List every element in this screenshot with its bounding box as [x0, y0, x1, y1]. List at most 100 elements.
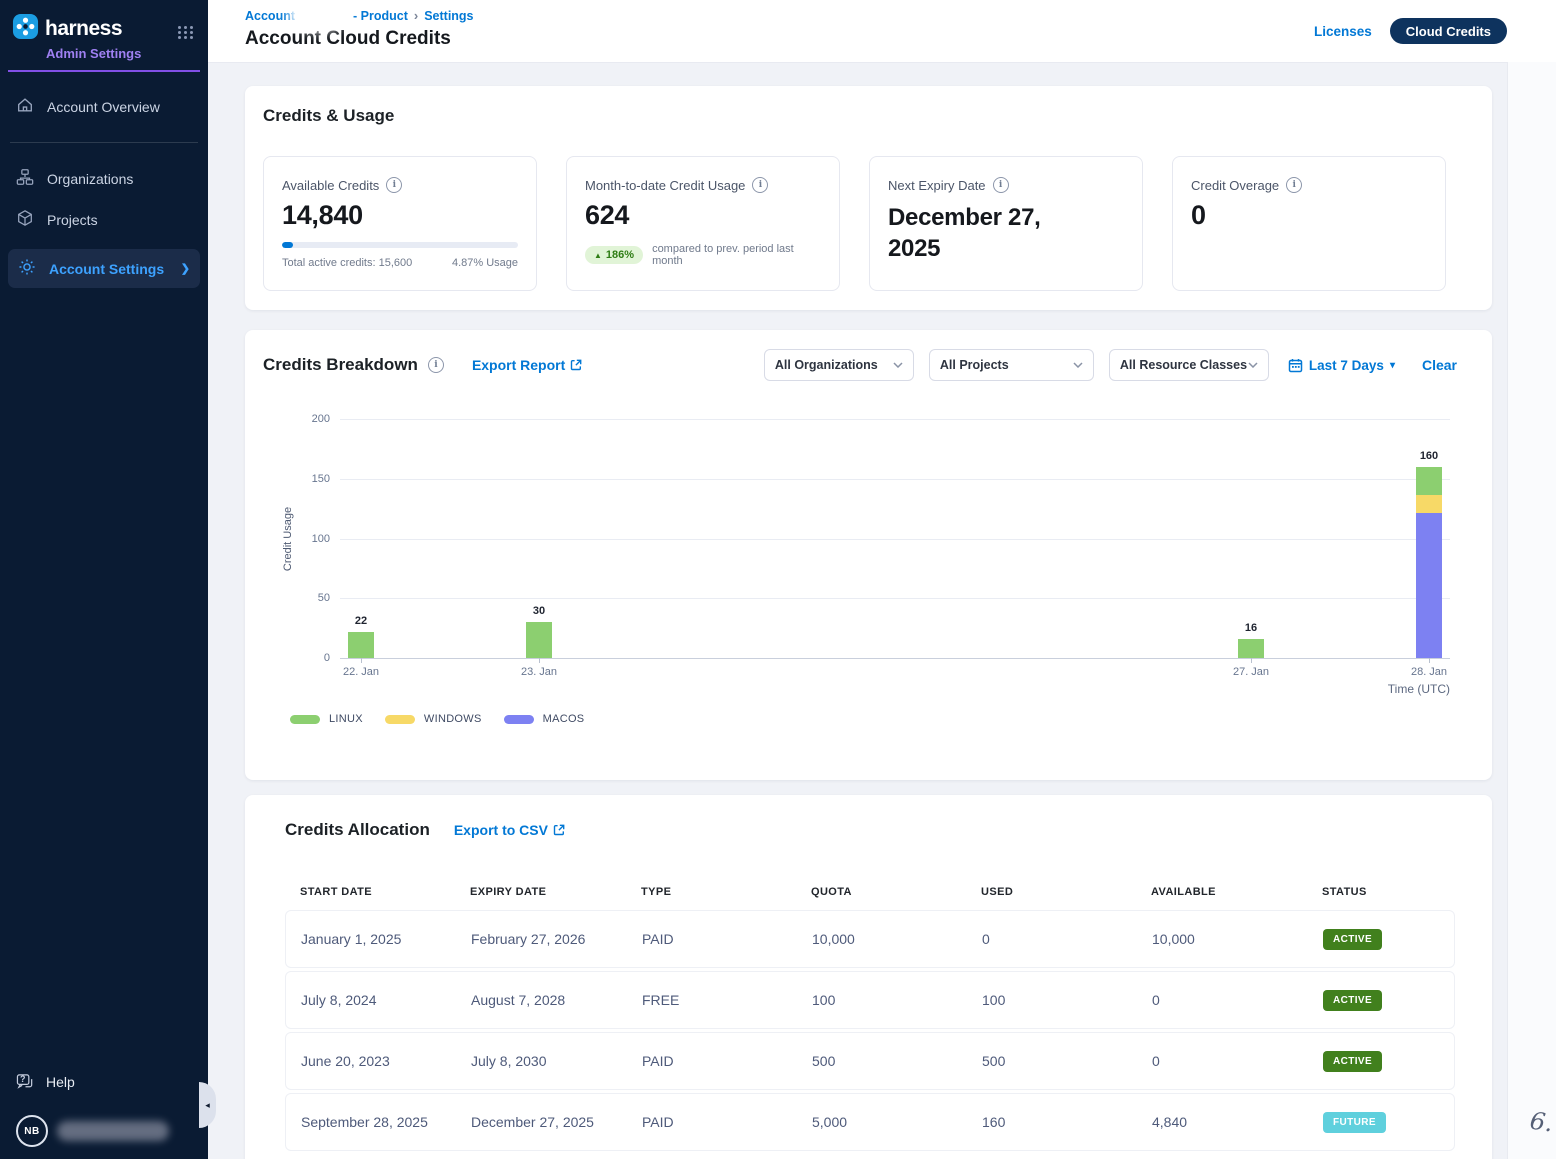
help-button[interactable]: ? Help — [16, 1073, 192, 1091]
cell-available: 10,000 — [1137, 931, 1308, 947]
legend-item-windows[interactable]: WINDOWS — [385, 713, 482, 725]
status-badge: ACTIVE — [1323, 990, 1382, 1011]
usage-percentage: 4.87% Usage — [452, 257, 518, 269]
harness-logo-icon[interactable] — [12, 13, 39, 45]
sidebar-item-account-settings[interactable]: Account Settings ❯ — [8, 249, 200, 288]
breakdown-header: Credits Breakdown i Export Report All Or… — [245, 330, 1492, 381]
scroll-gutter[interactable] — [1507, 62, 1556, 1159]
stat-label: Available Credits — [282, 178, 379, 193]
table-row: September 28, 2025December 27, 2025PAID5… — [285, 1093, 1455, 1151]
cell-quota: 5,000 — [797, 1114, 967, 1130]
stat-card-available-credits: Available Credits i 14,840 Total active … — [263, 156, 537, 291]
licenses-link[interactable]: Licenses — [1314, 24, 1372, 39]
sidebar-item-label: Projects — [47, 212, 98, 228]
resource-classes-filter-value: All Resource Classes — [1120, 358, 1247, 372]
x-tick-mark — [1251, 658, 1252, 663]
stat-card-credit-overage: Credit Overage i 0 — [1172, 156, 1446, 291]
legend-item-macos[interactable]: MACOS — [504, 713, 585, 725]
trend-percentage: 186% — [606, 249, 634, 261]
avatar[interactable]: NB — [16, 1115, 48, 1147]
cell-expiry: July 8, 2030 — [456, 1053, 627, 1069]
gridline — [340, 479, 1450, 480]
up-trend-icon: ▲ — [594, 251, 602, 260]
chevron-down-icon — [893, 362, 903, 368]
next-expiry-value: December 27, 2025 — [888, 202, 1073, 264]
gridline — [340, 539, 1450, 540]
chevron-down-icon — [1073, 362, 1083, 368]
info-icon[interactable]: i — [1286, 177, 1302, 193]
stat-label: Credit Overage — [1191, 178, 1279, 193]
info-icon[interactable]: i — [386, 177, 402, 193]
apps-grid-icon[interactable] — [178, 26, 194, 39]
app-root: harness Admin Settings Account Overview … — [0, 0, 1556, 1159]
cell-used: 160 — [967, 1114, 1137, 1130]
chevron-down-icon — [1248, 362, 1258, 368]
export-csv-link[interactable]: Export to CSV — [454, 822, 565, 838]
sidebar-item-account-overview[interactable]: Account Overview — [0, 86, 208, 127]
legend-swatch — [290, 715, 320, 724]
sidebar-item-organizations[interactable]: Organizations — [0, 158, 208, 199]
col-available: AVAILABLE — [1136, 886, 1307, 898]
x-tick-mark — [1429, 658, 1430, 663]
usage-progress-fill — [282, 242, 293, 248]
info-icon[interactable]: i — [752, 177, 768, 193]
table-row: January 1, 2025February 27, 2026PAID10,0… — [285, 910, 1455, 968]
cell-expiry: August 7, 2028 — [456, 992, 627, 1008]
projects-filter[interactable]: All Projects — [929, 349, 1094, 381]
col-used: USED — [966, 886, 1136, 898]
organizations-filter[interactable]: All Organizations — [764, 349, 914, 381]
cell-start: January 1, 2025 — [286, 931, 456, 947]
credit-overage-value: 0 — [1191, 200, 1427, 231]
y-tick-label: 50 — [296, 592, 330, 604]
stat-label: Month-to-date Credit Usage — [585, 178, 745, 193]
brand-underline — [8, 70, 200, 72]
col-start-date: START DATE — [285, 886, 455, 898]
info-icon[interactable]: i — [993, 177, 1009, 193]
cloud-credits-button[interactable]: Cloud Credits — [1390, 18, 1507, 44]
breadcrumb-separator-icon: › — [414, 8, 418, 23]
breadcrumb-product[interactable]: - Product — [353, 9, 408, 23]
sidebar-item-projects[interactable]: Projects — [0, 199, 208, 240]
export-report-link[interactable]: Export Report — [472, 357, 582, 373]
breadcrumb: Account - Product › Settings — [245, 8, 474, 23]
cell-type: PAID — [627, 1114, 797, 1130]
available-credits-value: 14,840 — [282, 200, 518, 231]
breakdown-filters: All Organizations All Projects All Resou… — [764, 349, 1457, 381]
cell-start: July 8, 2024 — [286, 992, 456, 1008]
col-status: STATUS — [1307, 886, 1455, 898]
cell-expiry: February 27, 2026 — [456, 931, 627, 947]
credits-allocation-card: Credits Allocation Export to CSV START D… — [245, 795, 1492, 1159]
col-type: TYPE — [626, 886, 796, 898]
allocation-table: START DATE EXPIRY DATE TYPE QUOTA USED A… — [285, 886, 1455, 1151]
info-icon[interactable]: i — [428, 357, 444, 373]
cell-status: ACTIVE — [1308, 1051, 1454, 1072]
credits-breakdown-card: Credits Breakdown i Export Report All Or… — [245, 330, 1492, 780]
legend-item-linux[interactable]: LINUX — [290, 713, 363, 725]
stray-annotation: 6. — [1528, 1107, 1555, 1138]
brand-name: harness — [45, 17, 122, 41]
bar-segment-linux — [348, 632, 374, 658]
legend-label: WINDOWS — [424, 713, 482, 725]
cell-available: 0 — [1137, 992, 1308, 1008]
caret-down-icon: ▾ — [1390, 360, 1395, 371]
x-tick-mark — [539, 658, 540, 663]
credits-breakdown-title: Credits Breakdown — [263, 355, 418, 375]
collapse-arrow-icon: ◂ — [205, 1100, 210, 1111]
breadcrumb-settings[interactable]: Settings — [424, 9, 473, 23]
date-range-filter[interactable]: Last 7 Days ▾ — [1288, 358, 1395, 373]
sidebar-nav: Account Overview Organizations Projects … — [0, 86, 208, 288]
bar-value-label: 160 — [1407, 450, 1451, 462]
export-csv-label: Export to CSV — [454, 822, 548, 838]
col-quota: QUOTA — [796, 886, 966, 898]
sidebar-item-label: Organizations — [47, 171, 133, 187]
credits-usage-card: Credits & Usage Available Credits i 14,8… — [245, 86, 1492, 310]
cell-quota: 10,000 — [797, 931, 967, 947]
cell-type: PAID — [627, 931, 797, 947]
table-row: June 20, 2023July 8, 2030PAID5005000ACTI… — [285, 1032, 1455, 1090]
bar-value-label: 16 — [1229, 622, 1273, 634]
cell-available: 4,840 — [1137, 1114, 1308, 1130]
help-chat-icon: ? — [16, 1073, 35, 1091]
resource-classes-filter[interactable]: All Resource Classes — [1109, 349, 1269, 381]
cell-start: September 28, 2025 — [286, 1114, 456, 1130]
clear-filters-link[interactable]: Clear — [1422, 357, 1457, 373]
